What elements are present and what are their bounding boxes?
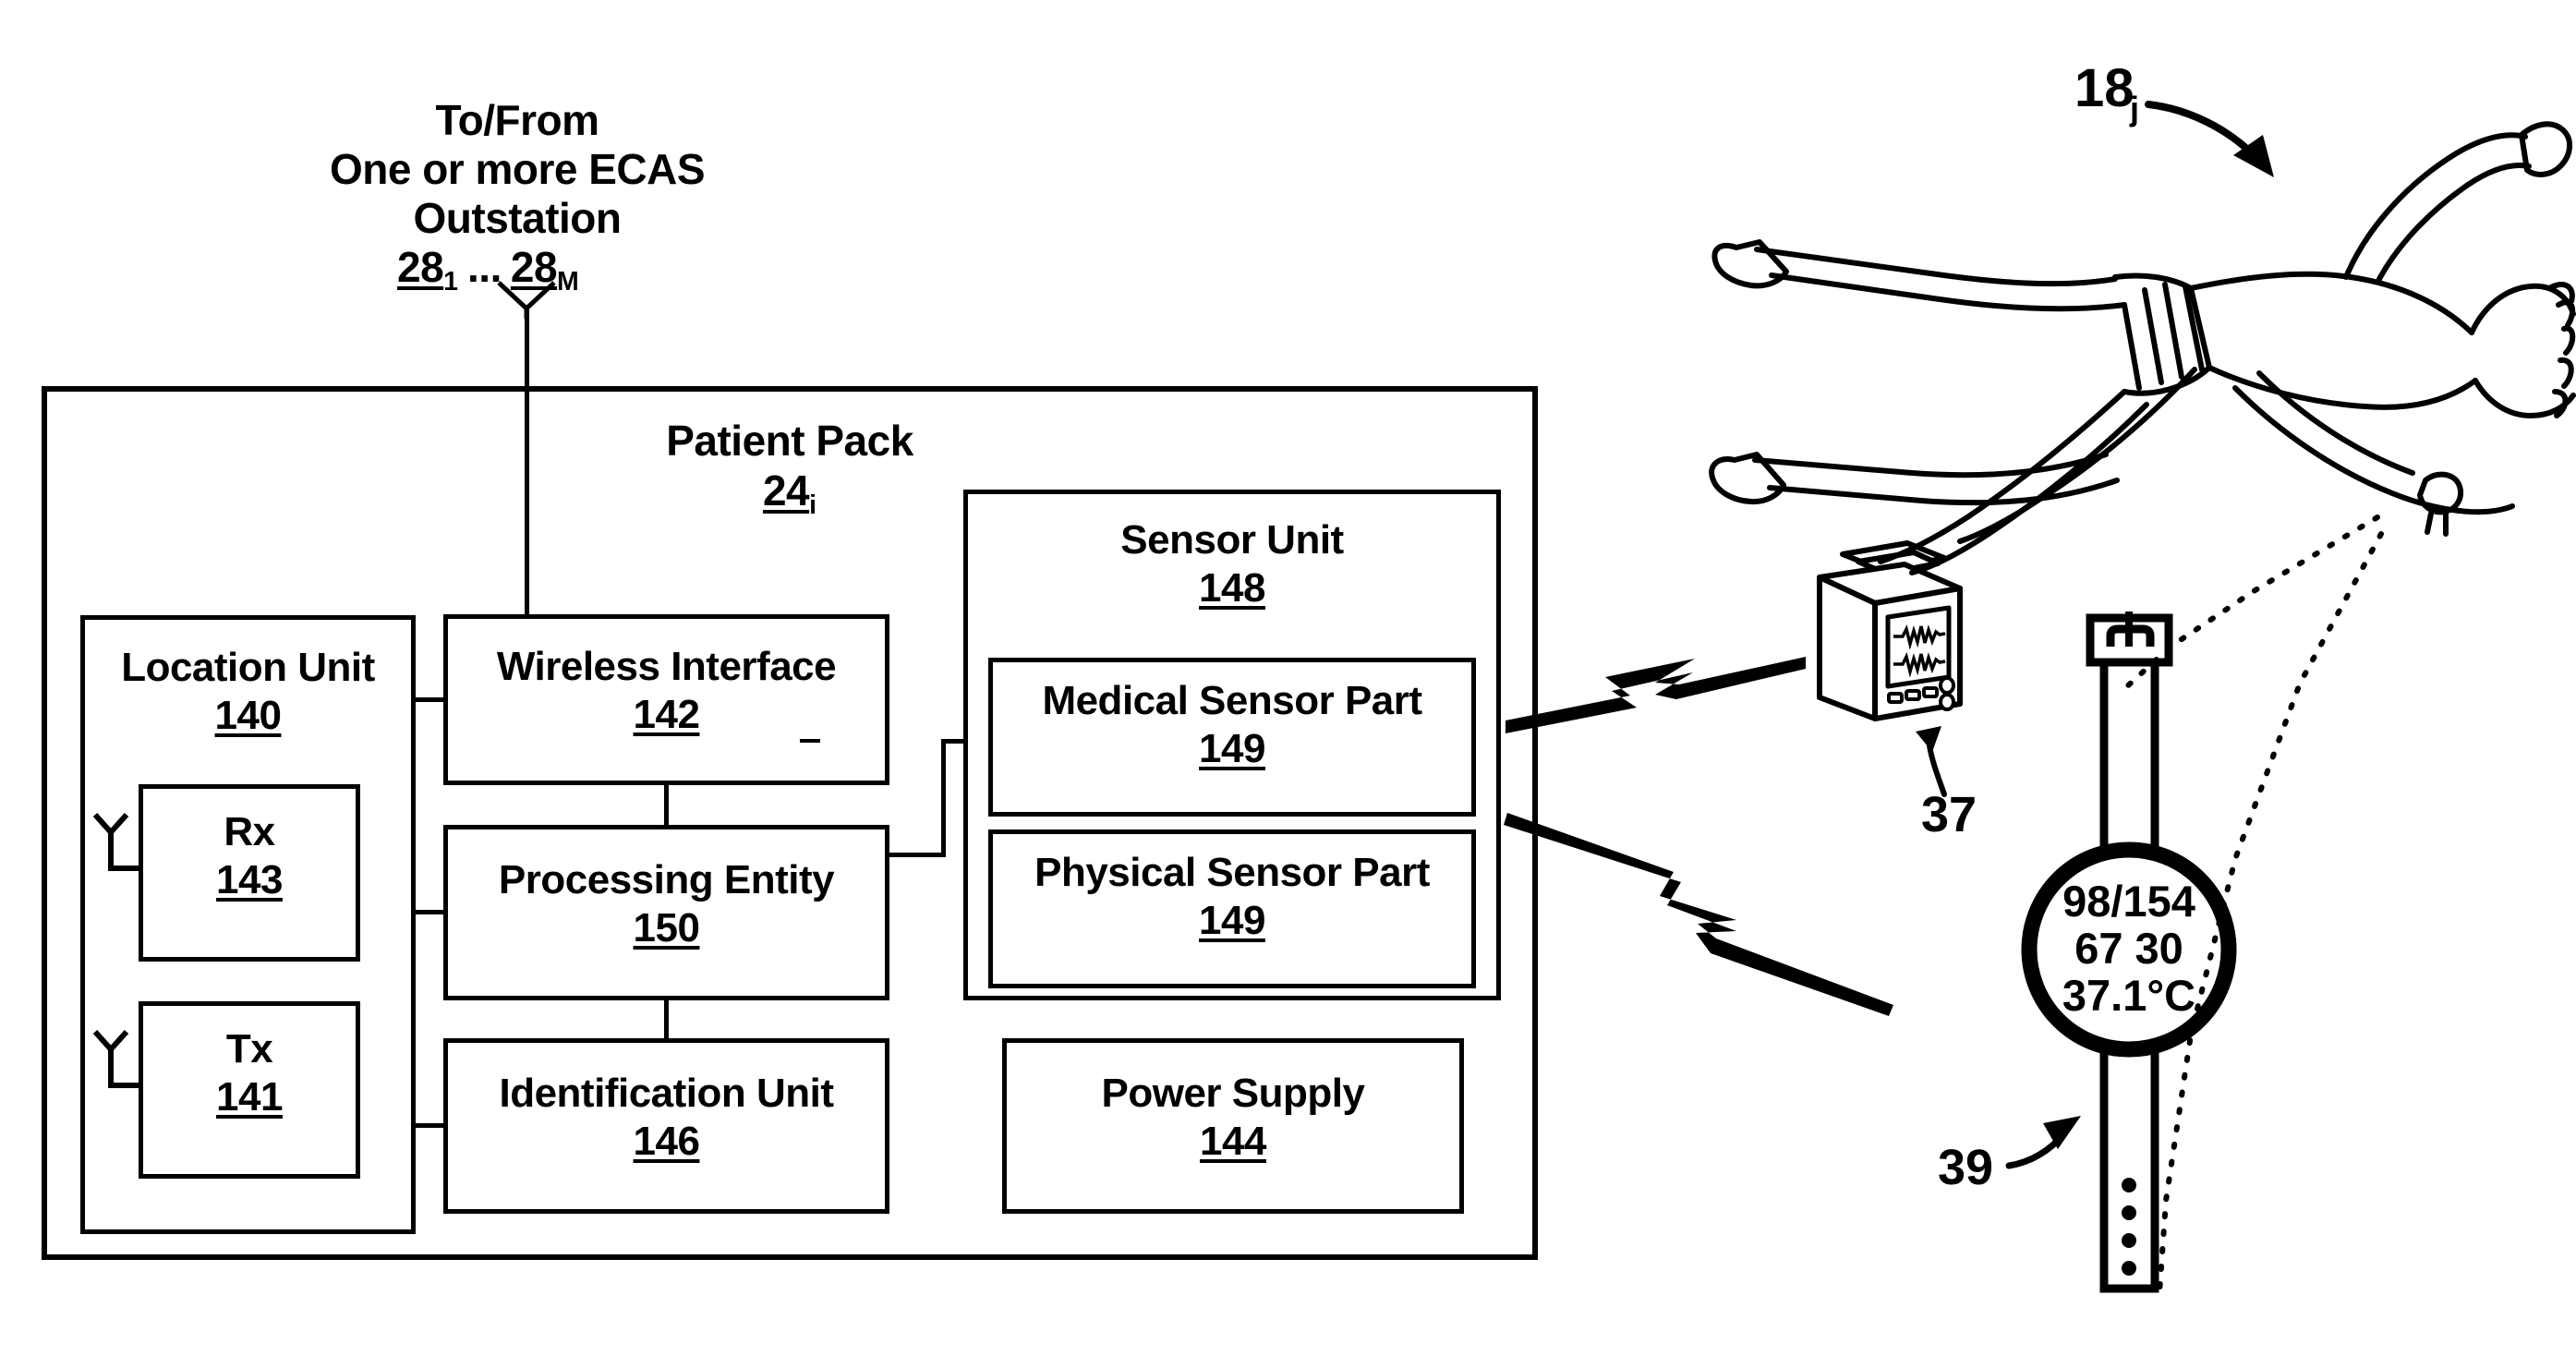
patient-ref-sub-label: j <box>2129 90 2139 127</box>
patient-callout-arrow <box>2145 101 2274 177</box>
monitor-front-buttons[interactable] <box>1887 676 1955 711</box>
header-ref-28-1: 281 <box>397 243 459 297</box>
monitor-callout-arrow <box>1916 726 1947 797</box>
patient-to-watch-dotted-lines <box>2123 515 2384 1296</box>
link-location-to-identification <box>416 1123 445 1128</box>
block-sensor-unit-ref: 148 <box>1199 565 1265 611</box>
lying-patient-icon <box>1709 121 2576 575</box>
block-wireless-interface-ref: 142 <box>633 692 700 737</box>
header-line-2: One or more ECAS <box>329 145 706 193</box>
block-sensor-unit-label: Sensor Unit <box>1120 517 1344 563</box>
link-processing-to-sensor-h1 <box>888 853 946 857</box>
block-tx-label: Tx <box>225 1026 273 1071</box>
monitor-ecg-trace <box>1893 623 1946 678</box>
wireless-interface-stray-mark <box>800 739 820 743</box>
header-ref-ellipsis: ... <box>467 243 502 291</box>
link-wireless-to-processing <box>664 783 669 828</box>
block-medical-sensor-part-ref: 149 <box>1199 726 1265 771</box>
block-physical-sensor-part-ref: 149 <box>1199 898 1265 943</box>
block-location-unit-ref: 140 <box>214 693 282 738</box>
patient-pack-ref: 24i <box>762 466 817 520</box>
block-identification-unit-label: Identification Unit <box>499 1071 834 1116</box>
figure-canvas: To/From One or more ECAS Outstation 281.… <box>0 0 2576 1368</box>
header-ref-range: 281... 28M <box>397 243 579 297</box>
block-power-supply-ref: 144 <box>1200 1119 1266 1164</box>
link-processing-to-sensor-v <box>941 739 946 857</box>
block-rx-label: Rx <box>224 809 275 854</box>
block-identification-unit-ref: 146 <box>633 1119 700 1164</box>
lightning-bolt-lower-icon <box>1504 813 1893 1016</box>
patient-monitor-icon <box>1817 540 1963 721</box>
block-processing-entity-label: Processing Entity <box>498 857 835 902</box>
block-tx-ref: 141 <box>216 1074 283 1120</box>
header-line-3: Outstation <box>413 194 622 242</box>
lightning-bolt-upper-icon <box>1506 657 1806 733</box>
header-ref-28-M: 28M <box>510 243 579 297</box>
header-line-1: To/From <box>435 96 599 144</box>
block-rx-ref: 143 <box>216 857 283 902</box>
antenna-feed-line <box>525 305 529 614</box>
watch-display-line-2: 67 30 <box>2074 924 2183 973</box>
link-processing-to-identification <box>664 999 669 1041</box>
watch-display-line-1: 98/154 <box>2062 877 2195 926</box>
patient-pack-title: Patient Pack <box>666 417 913 465</box>
block-medical-sensor-part-label: Medical Sensor Part <box>1042 678 1422 723</box>
wrist-watch-icon <box>2021 611 2237 1293</box>
block-location-unit-label: Location Unit <box>121 645 375 690</box>
link-location-to-wireless <box>416 697 445 702</box>
link-processing-to-sensor-h2 <box>941 739 967 744</box>
monitor-ref-label: 37 <box>1921 787 1977 842</box>
block-processing-entity-ref: 150 <box>633 905 700 950</box>
watch-callout-arrow <box>2005 1116 2081 1169</box>
block-physical-sensor-part-label: Physical Sensor Part <box>1034 850 1430 895</box>
block-wireless-interface-label: Wireless Interface <box>496 644 837 689</box>
link-location-to-processing <box>416 910 445 914</box>
watch-display-line-3: 37.1°C <box>2062 971 2195 1020</box>
patient-ref-label: 18 <box>2074 58 2135 118</box>
block-power-supply-label: Power Supply <box>1101 1071 1365 1116</box>
watch-ref-label: 39 <box>1938 1140 1993 1195</box>
